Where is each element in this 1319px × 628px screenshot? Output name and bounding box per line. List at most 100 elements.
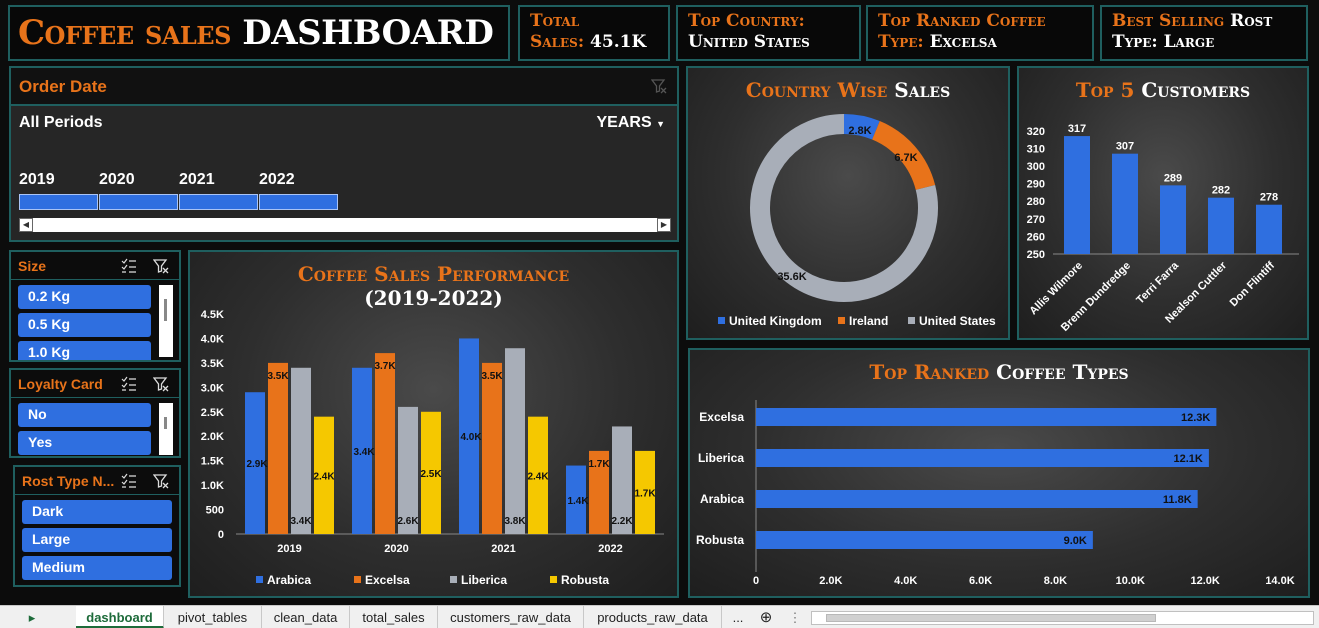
bar-liberica xyxy=(398,406,418,534)
add-sheet-icon[interactable]: ⊕ xyxy=(754,606,778,628)
data-label: 12.1K xyxy=(1174,453,1203,465)
slicer-item[interactable]: Large xyxy=(22,528,172,552)
data-label: 2.4K xyxy=(527,471,549,482)
tab-pivot-tables[interactable]: pivot_tables xyxy=(164,606,262,628)
dashboard-title-box: Coffee sales DASHBOARD xyxy=(8,5,510,61)
x-tick-label: 0 xyxy=(753,575,759,587)
x-tick-label: 10.0K xyxy=(1116,575,1145,587)
data-label: 278 xyxy=(1260,192,1278,204)
bar-coffee-type xyxy=(756,490,1198,508)
data-label: 9.0K xyxy=(1064,535,1087,547)
tab-more[interactable]: ... xyxy=(722,606,754,628)
slicer-item[interactable]: 0.2 Kg xyxy=(18,285,151,309)
timeline-header: Order Date xyxy=(11,68,677,106)
kpi-top-coffee-type: Top Ranked Coffee Type: Excelsa xyxy=(866,5,1094,61)
scroll-left-arrow-icon[interactable]: ◀ xyxy=(19,218,33,232)
tab-customers-raw-data[interactable]: customers_raw_data xyxy=(438,606,584,628)
data-label: 35.6K xyxy=(777,271,806,283)
slicer-header: Loyalty Card xyxy=(11,370,179,398)
clear-filter-icon[interactable] xyxy=(153,376,169,392)
tab-products-raw-data[interactable]: products_raw_data xyxy=(584,606,722,628)
slicer-item[interactable]: Medium xyxy=(22,556,172,580)
slicer-scrollbar[interactable] xyxy=(159,403,173,455)
sheet-tab-bar: ▸ dashboard pivot_tables clean_data tota… xyxy=(0,605,1319,628)
timeline-scrollbar[interactable]: ◀ ▶ xyxy=(19,218,671,232)
order-date-timeline[interactable]: Order Date All Periods YEARS ▼ 2019 2020… xyxy=(9,66,679,242)
data-label: 3.4K xyxy=(353,447,375,458)
data-label: 2.2K xyxy=(611,516,633,527)
slicer-title: Rost Type N... xyxy=(22,473,115,489)
bar-coffee-type xyxy=(756,449,1209,467)
slicer-title: Loyalty Card xyxy=(18,376,103,392)
bar-customer xyxy=(1160,185,1186,254)
multi-select-icon[interactable] xyxy=(121,258,137,274)
legend-swatch xyxy=(354,576,361,583)
bar-excelsa xyxy=(375,353,395,534)
y-tick-label: 0 xyxy=(218,529,224,541)
customers-plot: 250260270280290300310320 317Allis Wilmore… xyxy=(1027,123,1299,334)
tab-clean-data[interactable]: clean_data xyxy=(262,606,350,628)
top-5-customers-chart: Top 5 Customers 250 260 270 280 290 300 310 320… xyxy=(1017,66,1309,340)
clear-filter-icon[interactable] xyxy=(651,78,667,94)
country-donut-plot: 2.8K 6.7K 35.6K United Kingdom Ireland United… xyxy=(718,114,996,328)
timeline-period-bar[interactable] xyxy=(179,194,258,210)
clear-filter-icon[interactable] xyxy=(153,473,169,489)
timeline-year-label: 2019 xyxy=(19,171,55,188)
x-tick-label: 2.0K xyxy=(819,575,842,587)
timeline-periods-label: All Periods xyxy=(19,114,103,131)
slicer-item[interactable]: Yes xyxy=(18,431,151,455)
timeline-period-bar[interactable] xyxy=(19,194,98,210)
timeline-period-bar[interactable] xyxy=(99,194,178,210)
data-label: 282 xyxy=(1212,185,1230,197)
multi-select-icon[interactable] xyxy=(121,376,137,392)
size-slicer: Size 0.2 Kg 0.5 Kg 1.0 Kg xyxy=(9,250,181,362)
y-tick-label: 320 xyxy=(1027,126,1045,138)
top-ranked-coffee-types-chart: Top Ranked Coffee Types Excelsa 12.3K Libe… xyxy=(688,348,1310,598)
slicer-scrollbar[interactable] xyxy=(159,285,173,357)
split-handle-icon[interactable]: ⋮ xyxy=(788,606,802,628)
x-tick-label: Terri Farra xyxy=(1134,259,1181,306)
y-tick-label: 500 xyxy=(206,505,224,517)
y-tick-label: Liberica xyxy=(698,451,744,465)
tab-dashboard[interactable]: dashboard xyxy=(76,606,164,628)
scroll-right-arrow-icon[interactable]: ▶ xyxy=(657,218,671,232)
legend-swatch xyxy=(256,576,263,583)
legend-swatch xyxy=(550,576,557,583)
timeline-title: Order Date xyxy=(19,77,107,96)
coffee-sales-performance-chart: Coffee Sales Performance (2019-2022) 0 50… xyxy=(188,250,679,598)
legend-swatch xyxy=(450,576,457,583)
y-tick-label: 260 xyxy=(1027,231,1045,243)
slicer-item[interactable]: 1.0 Kg xyxy=(18,341,151,360)
clear-filter-icon[interactable] xyxy=(153,258,169,274)
slicer-item[interactable]: Dark xyxy=(22,500,172,524)
y-tick-label: 300 xyxy=(1027,161,1045,173)
loyalty-card-slicer: Loyalty Card No Yes xyxy=(9,368,181,458)
bar-customer xyxy=(1256,204,1282,254)
data-label: 4.0K xyxy=(460,432,482,443)
legend-label: Liberica xyxy=(461,573,507,587)
data-label: 307 xyxy=(1116,141,1134,153)
tab-total-sales[interactable]: total_sales xyxy=(350,606,438,628)
y-tick-label: 250 xyxy=(1027,249,1045,261)
kpi-top-country: Top Country: United States xyxy=(676,5,861,61)
multi-select-icon[interactable] xyxy=(121,473,137,489)
legend-swatch xyxy=(718,317,725,324)
data-label: 2.9K xyxy=(246,459,268,470)
coffee-types-plot: Excelsa 12.3K Liberica 12.1K Arabica 11.8K Rob… xyxy=(696,400,1295,587)
x-tick-label: 14.0K xyxy=(1265,575,1294,587)
data-label: 1.4K xyxy=(567,496,589,507)
data-label: 2.5K xyxy=(420,469,442,480)
y-tick-label: 270 xyxy=(1027,214,1045,226)
bar-customer xyxy=(1112,153,1138,254)
y-tick-label: Robusta xyxy=(696,533,744,547)
timeline-period-bar[interactable] xyxy=(259,194,338,210)
timeline-level-dropdown[interactable]: YEARS ▼ xyxy=(597,114,666,132)
tab-scroll-right-icon[interactable]: ▸ xyxy=(22,606,42,628)
data-label: 3.7K xyxy=(374,361,396,372)
slicer-item[interactable]: 0.5 Kg xyxy=(18,313,151,337)
data-label: 6.7K xyxy=(894,152,917,164)
bar-coffee-type xyxy=(756,531,1093,549)
horizontal-scrollbar[interactable] xyxy=(811,611,1314,625)
slicer-item[interactable]: No xyxy=(18,403,151,427)
legend-label: Arabica xyxy=(267,573,311,587)
